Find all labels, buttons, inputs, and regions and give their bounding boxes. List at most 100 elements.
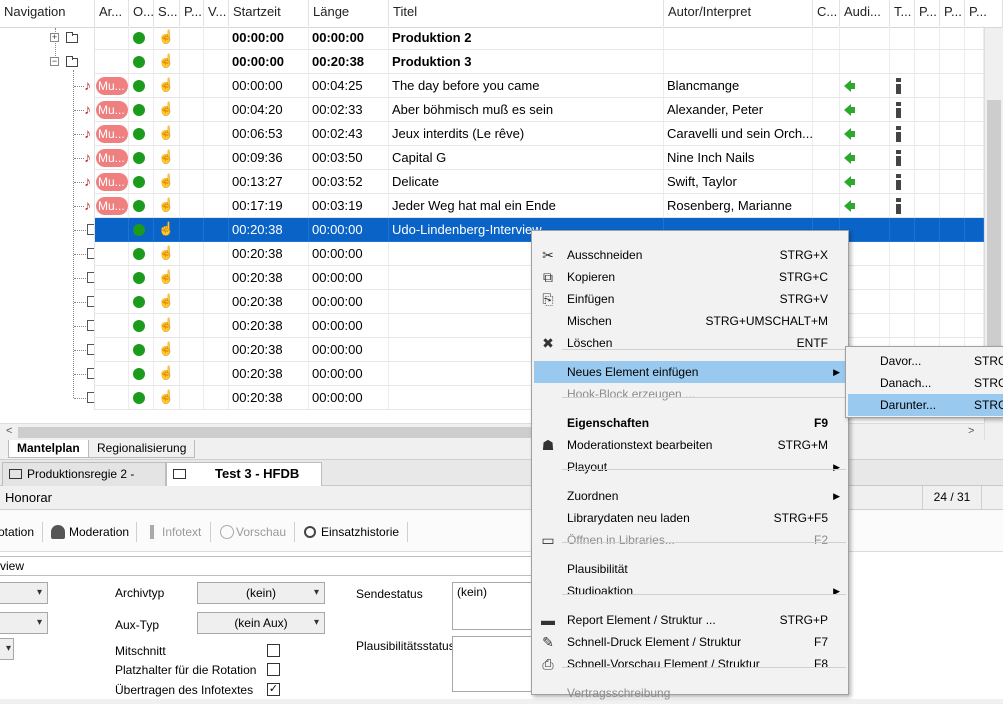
separator <box>42 522 43 542</box>
col-header-autor[interactable]: Autor/Interpret <box>664 0 813 28</box>
doctab-produktionsregie[interactable]: Produktionsregie 2 - Produ... <box>2 462 166 503</box>
table-row[interactable]: ☝ 00:00:00 00:00:00 Produktion 2 <box>0 26 984 50</box>
menu-item-6[interactable]: Hook-Block erzeugen ... <box>534 383 846 405</box>
table-row[interactable]: ♪ Mu... ☝ 00:17:19 00:03:19 Jeder Weg hat mal… <box>0 194 984 218</box>
title-field[interactable]: view <box>0 556 540 576</box>
submenu-arrow-icon: ▶ <box>833 586 840 596</box>
cell-s: ☝ <box>154 98 180 122</box>
tree-collapse-toggle[interactable]: − <box>50 57 59 66</box>
table-row[interactable]: ☝ 00:00:00 00:20:38 Produktion 3 <box>0 50 984 74</box>
rotation-button[interactable]: otation <box>0 524 34 542</box>
col-header-laenge[interactable]: Länge <box>309 0 389 28</box>
archivtyp-select[interactable]: (kein) ▾ <box>197 582 325 604</box>
horizontal-scrollbar-thumb[interactable] <box>18 427 538 438</box>
cell-title-text: Jeder Weg hat mal ein Ende <box>392 198 556 213</box>
menu-item-0[interactable]: ✂ Ausschneiden STRG+X <box>534 244 846 266</box>
view-subtabs: Mantelplan Regionalisierung <box>0 440 1003 460</box>
cell-p1 <box>180 194 204 218</box>
menu-item-18[interactable]: Vertragsschreibung <box>534 682 846 704</box>
vorschau-button[interactable]: Vorschau <box>220 524 286 542</box>
combo-left-2[interactable]: ▾ <box>0 612 48 634</box>
tab-regionalisierung[interactable]: Regionalisierung <box>88 440 196 458</box>
menu-item-3[interactable]: Mischen STRG+UMSCHALT+M <box>534 310 846 332</box>
submenu-item-1[interactable]: Danach... STRG- <box>848 372 1003 394</box>
menu-item-11[interactable]: Librarydaten neu laden STRG+F5 <box>534 507 846 529</box>
combo-left-3[interactable]: ▾ <box>0 638 14 660</box>
info-icon <box>896 126 901 142</box>
col-header-startzeit[interactable]: Startzeit <box>229 0 309 28</box>
document-icon <box>87 224 94 235</box>
cell-t <box>890 146 915 170</box>
hand-icon: ☝ <box>158 389 175 404</box>
submenu-item-2[interactable]: Darunter... STRG- <box>848 394 1003 416</box>
music-note-icon: ♪ <box>84 173 91 189</box>
submenu-item-0[interactable]: Davor... STRG <box>848 350 1003 372</box>
menu-separator <box>562 667 846 668</box>
tab-mantelplan[interactable]: Mantelplan <box>8 440 89 458</box>
moderation-button[interactable]: Moderation <box>51 524 129 542</box>
moderation-label: Moderation <box>69 525 130 539</box>
col-header-nav[interactable]: Navigation <box>0 0 95 28</box>
cell-author: Nine Inch Nails <box>664 146 813 170</box>
col-header-c[interactable]: C... <box>813 0 840 28</box>
submenu-item-label: Darunter... <box>880 398 937 412</box>
menu-item-2[interactable]: ⎘ Einfügen STRG+V <box>534 288 846 310</box>
menu-item-5[interactable]: Neues Element einfügen ▶ <box>534 361 846 383</box>
document-icon <box>87 392 94 403</box>
menu-item-16[interactable]: ✎ Schnell-Druck Element / Struktur F7 <box>534 631 846 653</box>
einsatzhistorie-button[interactable]: Einsatzhistorie <box>304 524 399 542</box>
menu-item-15[interactable]: ▬ Report Element / Struktur ... STRG+P <box>534 609 846 631</box>
plausi-box[interactable] <box>452 636 537 692</box>
cell-len-text: 00:03:52 <box>312 174 363 189</box>
table-row[interactable]: ♪ Mu... ☝ 00:13:27 00:03:52 Delicate Swift, Ta… <box>0 170 984 194</box>
tree-line <box>74 278 86 279</box>
cell-start-text: 00:00:00 <box>232 30 285 45</box>
rotation-label: otation <box>0 525 35 539</box>
menu-item-7[interactable]: Eigenschaften F9 <box>534 412 846 434</box>
combo-left-1[interactable]: ▾ <box>0 582 48 604</box>
menu-item-8[interactable]: ☗ Moderationstext bearbeiten STRG+M <box>534 434 846 456</box>
col-header-p1[interactable]: P... <box>180 0 204 28</box>
col-header-o[interactable]: O... <box>129 0 154 28</box>
table-row[interactable]: ♪ Mu... ☝ 00:04:20 00:02:33 Aber böhmisch muß… <box>0 98 984 122</box>
col-header-titel[interactable]: Titel <box>389 0 664 28</box>
menu-item-13[interactable]: Plausibilität <box>534 558 846 580</box>
menu-item-1[interactable]: ⧉ Kopieren STRG+C <box>534 266 846 288</box>
cell-p3 <box>940 170 965 194</box>
table-row[interactable]: ♪ Mu... ☝ 00:00:00 00:04:25 The day before yo… <box>0 74 984 98</box>
menu-item-12[interactable]: ▭ Öffnen in Libraries... F2 <box>534 529 846 551</box>
mitschnitt-checkbox[interactable] <box>267 644 280 657</box>
col-header-p4[interactable]: P... <box>965 0 1003 28</box>
sendestatus-box[interactable]: (kein) <box>452 582 537 630</box>
col-header-ar[interactable]: Ar... <box>95 0 129 28</box>
infotext-button[interactable]: Infotext <box>146 524 201 542</box>
menu-item-17[interactable]: ⎙ Schnell-Vorschau Element / Struktur F8 <box>534 653 846 675</box>
col-header-s[interactable]: S... <box>154 0 180 28</box>
menu-item-10[interactable]: Zuordnen ▶ <box>534 485 846 507</box>
cell-len-text: 00:00:00 <box>312 246 363 261</box>
col-header-audio[interactable]: Audi... <box>840 0 890 28</box>
detail-form: view ▾ ▾ ▾ Archivtyp (kein) ▾ Aux-Typ (k… <box>0 552 1003 699</box>
menu-item-4[interactable]: ✖ Löschen ENTF <box>534 332 846 354</box>
col-header-p2[interactable]: P... <box>915 0 940 28</box>
cell-title: The day before you came <box>389 74 664 98</box>
menu-item-9[interactable]: Playout ▶ <box>534 456 846 478</box>
uebertragen-checkbox[interactable]: ✓ <box>267 683 280 696</box>
col-header-v[interactable]: V... <box>204 0 229 28</box>
tree-expand-toggle[interactable]: + <box>50 33 59 42</box>
vertical-scrollbar-thumb[interactable] <box>987 100 1001 370</box>
doctab-test3[interactable]: Test 3 - HFDB <box>166 462 322 486</box>
col-header-t[interactable]: T... <box>890 0 915 28</box>
table-row[interactable]: ♪ Mu... ☝ 00:09:36 00:03:50 Capital G Nine Inc… <box>0 146 984 170</box>
platzhalter-checkbox[interactable] <box>267 663 280 676</box>
submenu-item-shortcut: STRG- <box>974 398 1003 412</box>
auxtyp-select[interactable]: (kein Aux) ▾ <box>197 612 325 634</box>
cell-title: Jeux interdits (Le rêve) <box>389 122 664 146</box>
scroll-right-icon[interactable]: > <box>968 425 974 437</box>
col-header-p3[interactable]: P... <box>940 0 965 28</box>
table-row[interactable]: ♪ Mu... ☝ 00:06:53 00:02:43 Jeux interdits (L… <box>0 122 984 146</box>
menu-item-14[interactable]: Studioaktion ▶ <box>534 580 846 602</box>
scroll-left-icon[interactable]: < <box>6 425 12 437</box>
cell-t <box>890 74 915 98</box>
status-dot-icon <box>133 224 145 236</box>
